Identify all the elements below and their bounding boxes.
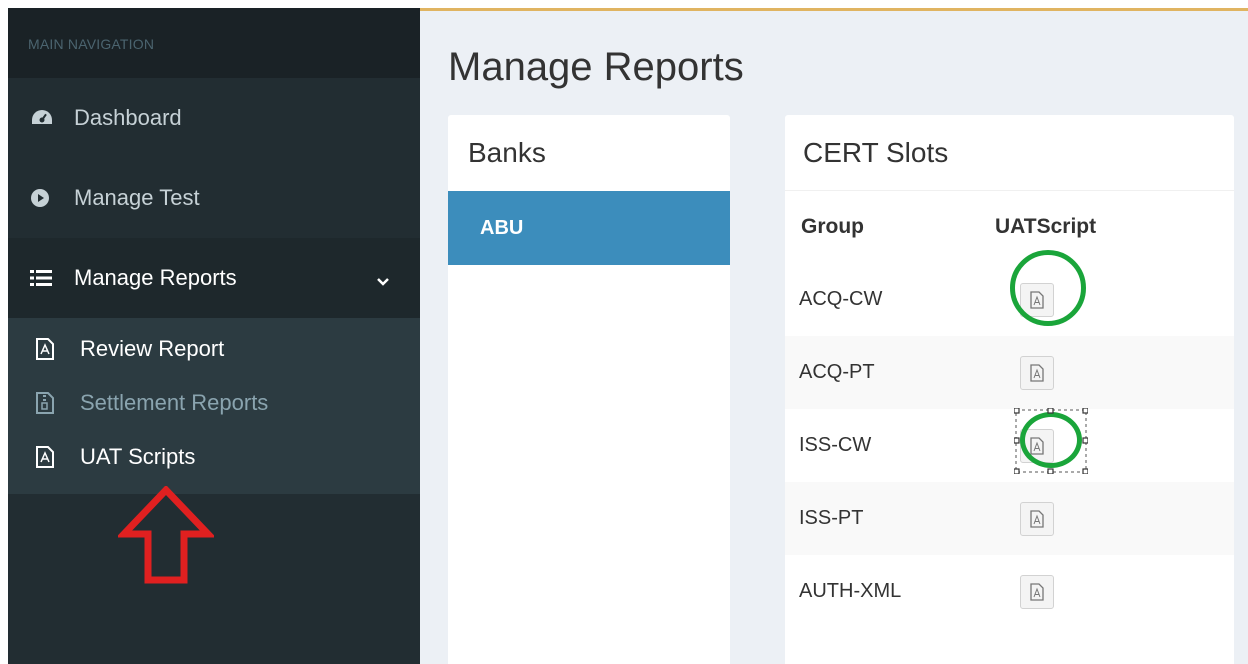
sidebar-item-manage-test[interactable]: Manage Test — [8, 158, 420, 238]
table-row: ISS-PT — [785, 482, 1234, 555]
submenu-item-review-report[interactable]: Review Report — [8, 322, 420, 376]
pdf-download-button[interactable] — [1020, 355, 1054, 390]
submenu-item-label: Settlement Reports — [80, 390, 269, 415]
file-archive-icon — [36, 392, 58, 414]
red-arrow-annotation — [118, 486, 214, 584]
reports-submenu: Review Report Settlement Reports UAT Scr… — [8, 318, 420, 494]
cert-slots-title: CERT Slots — [785, 115, 1234, 191]
pdf-download-button[interactable] — [1020, 574, 1054, 609]
submenu-item-label: UAT Scripts — [80, 444, 196, 469]
sidebar-item-label: Manage Reports — [74, 265, 237, 290]
file-pdf-icon — [1030, 509, 1044, 528]
group-cell: ACQ-PT — [799, 361, 875, 383]
file-pdf-icon — [36, 338, 58, 360]
group-cell: ISS-PT — [799, 507, 864, 529]
file-pdf-icon — [1030, 582, 1044, 601]
sidebar-item-dashboard[interactable]: Dashboard — [8, 78, 420, 158]
table-row: AUTH-XML — [785, 555, 1234, 628]
file-pdf-icon — [1030, 436, 1044, 455]
chevron-down-icon[interactable] — [376, 267, 390, 293]
cert-slots-panel: CERT Slots Group UATScript ACQ-CW ACQ-PT… — [785, 115, 1234, 664]
main-content: Manage Reports Banks ABU CERT Slots Grou… — [420, 8, 1248, 664]
table-row: ACQ-PT — [785, 336, 1234, 409]
table-row: ACQ-CW — [785, 263, 1234, 336]
pdf-download-button[interactable] — [1020, 428, 1054, 463]
sidebar-item-label: Manage Test — [74, 185, 200, 210]
column-header-uatscript: UATScript — [995, 215, 1097, 238]
list-icon — [30, 269, 56, 287]
play-circle-icon — [30, 188, 56, 208]
group-cell: AUTH-XML — [799, 580, 902, 602]
banks-panel: Banks ABU — [448, 115, 730, 664]
table-header: Group UATScript — [785, 191, 1234, 263]
group-cell: ACQ-CW — [799, 288, 883, 310]
submenu-item-label: Review Report — [80, 336, 225, 361]
submenu-item-uat-scripts[interactable]: UAT Scripts — [8, 430, 420, 484]
sidebar: MAIN NAVIGATION Dashboard Manage Test Ma… — [8, 8, 420, 664]
column-header-group: Group — [801, 215, 864, 238]
dashboard-icon — [30, 108, 56, 128]
sidebar-item-manage-reports[interactable]: Manage Reports — [8, 238, 420, 318]
sidebar-item-label: Dashboard — [74, 105, 182, 130]
file-pdf-icon — [1030, 290, 1044, 309]
table-row: ISS-CW — [785, 409, 1234, 482]
pdf-download-button[interactable] — [1020, 501, 1054, 536]
file-pdf-icon — [36, 446, 58, 468]
submenu-item-settlement-reports[interactable]: Settlement Reports — [8, 376, 420, 430]
bank-item-abu[interactable]: ABU — [448, 191, 730, 265]
pdf-download-button[interactable] — [1020, 282, 1054, 317]
banks-title: Banks — [468, 137, 546, 168]
page-title: Manage Reports — [448, 45, 744, 89]
file-pdf-icon — [1030, 363, 1044, 382]
group-cell: ISS-CW — [799, 434, 872, 456]
nav-header: MAIN NAVIGATION — [8, 8, 420, 78]
